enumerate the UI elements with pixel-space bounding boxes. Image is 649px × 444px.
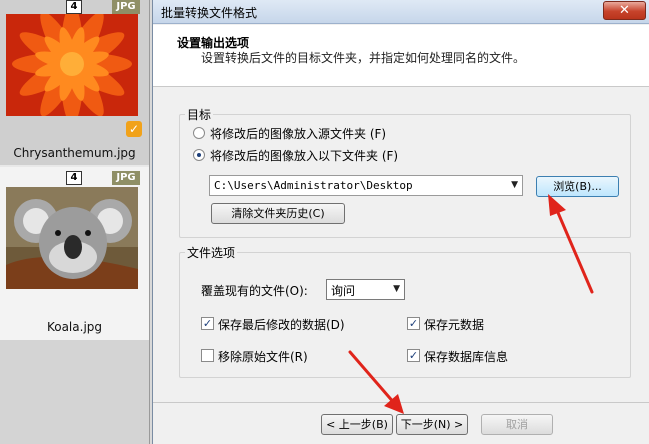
file-options-group-label: 文件选项 — [185, 244, 238, 261]
overwrite-select[interactable]: 询问 ▼ — [326, 279, 405, 300]
close-icon: ✕ — [619, 3, 630, 18]
radio-target-folder[interactable] — [193, 149, 205, 161]
format-badge: JPG — [112, 0, 140, 14]
thumbnail-card-chrysanthemum[interactable]: 4 JPG ✓ Chrysanthemum.jpg — [0, 0, 149, 165]
chevron-down-icon[interactable]: ▼ — [511, 180, 518, 190]
radio-source-folder[interactable] — [193, 127, 205, 139]
close-button[interactable]: ✕ — [603, 1, 646, 20]
next-button[interactable]: 下一步(N) > — [396, 414, 468, 435]
keep-modified-date-label: 保存最后修改的数据(D) — [218, 318, 345, 332]
keep-database-info-label: 保存数据库信息 — [424, 350, 509, 364]
header-subtitle: 设置转换后文件的目标文件夹，并指定如何处理同名的文件。 — [201, 51, 526, 65]
koala-thumbnail-image — [6, 187, 138, 289]
format-badge: JPG — [112, 171, 140, 185]
selected-check-icon: ✓ — [126, 121, 142, 137]
footer-divider — [153, 402, 649, 403]
back-button[interactable]: < 上一步(B) — [321, 414, 393, 435]
dialog-header: 设置输出选项 设置转换后文件的目标文件夹，并指定如何处理同名的文件。 — [153, 25, 649, 87]
clear-folder-history-button[interactable]: 清除文件夹历史(C) — [211, 203, 345, 224]
cancel-button[interactable]: 取消 — [481, 414, 553, 435]
thumbnail-strip: 4 JPG ✓ Chrysanthemum.jpg 4 JPG Koala.jp… — [0, 0, 150, 444]
chrysanthemum-thumbnail-image — [6, 14, 138, 116]
dialog-title: 批量转换文件格式 — [161, 6, 258, 20]
remove-original-label: 移除原始文件(R) — [218, 350, 308, 364]
keep-database-info-checkbox[interactable]: ✓ — [407, 349, 420, 362]
keep-metadata-label: 保存元数据 — [424, 318, 485, 332]
target-path-value: C:\Users\Administrator\Desktop — [214, 179, 413, 192]
dialog-title-bar: 批量转换文件格式 ✕ — [153, 0, 649, 24]
thumbnail-filename: Koala.jpg — [46, 320, 103, 334]
rating-badge: 4 — [66, 0, 82, 14]
thumbnail-strip-empty-area — [0, 340, 149, 444]
target-group-label: 目标 — [185, 106, 214, 123]
remove-original-checkbox[interactable] — [201, 349, 214, 362]
thumbnail-filename: Chrysanthemum.jpg — [13, 146, 136, 160]
thumbnail-card-koala[interactable]: 4 JPG Koala.jpg — [0, 167, 149, 340]
keep-modified-date-checkbox[interactable]: ✓ — [201, 317, 214, 330]
browse-button[interactable]: 浏览(B)... — [536, 176, 619, 197]
radio-source-folder-label: 将修改后的图像放入源文件夹 (F) — [210, 127, 387, 141]
overwrite-select-value: 询问 — [331, 284, 356, 298]
rating-badge: 4 — [66, 171, 82, 185]
radio-target-folder-label: 将修改后的图像放入以下文件夹 (F) — [210, 149, 399, 163]
chevron-down-icon[interactable]: ▼ — [393, 284, 400, 294]
overwrite-label: 覆盖现有的文件(O): — [201, 284, 308, 298]
target-path-combobox[interactable]: C:\Users\Administrator\Desktop ▼ — [209, 175, 523, 196]
keep-metadata-checkbox[interactable]: ✓ — [407, 317, 420, 330]
batch-convert-dialog: 批量转换文件格式 ✕ 设置输出选项 设置转换后文件的目标文件夹，并指定如何处理同… — [152, 0, 649, 444]
